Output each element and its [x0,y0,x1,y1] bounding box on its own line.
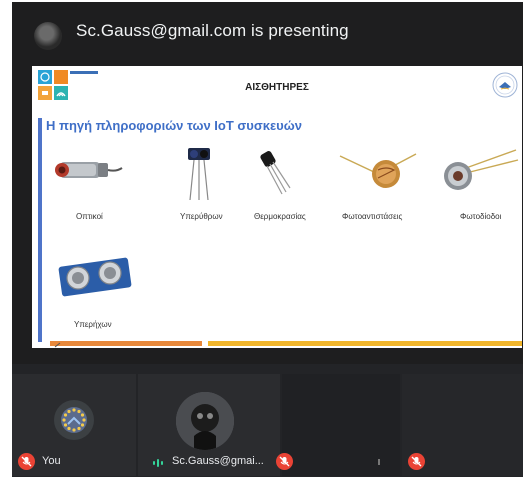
edit-icon [54,342,61,348]
presentation-stage: Sc.Gauss@gmail.com is presenting ΑΙΣΘΗΤΗ… [12,2,523,364]
sensor-label-temperature: Θερμοκρασίας [254,212,306,221]
sensor-label-photodiode: Φωτοδίοδοι [460,212,502,221]
participant-name-gauss: Sc.Gauss@gmai... [172,455,264,467]
portrait-icon [176,392,234,450]
sensor-label-optical: Οπτικοί [76,212,103,221]
presented-slide: ΑΙΣΘΗΤΗΡΕΣ Η πηγή πληροφοριών των IoT συ… [32,66,522,348]
sensor-label-infrared: Υπερύθρων [180,212,223,221]
emblem-icon [492,72,518,98]
mic-off-icon [18,453,35,470]
presenting-banner: Sc.Gauss@gmail.com is presenting [76,21,349,40]
gauss-avatar [176,392,234,450]
mic-off-icon [276,453,293,470]
participant-name-you: You [42,455,61,467]
participant-tile-you[interactable]: You [12,374,136,476]
you-avatar [54,400,94,440]
photoresistor-icon [338,146,418,196]
temperature-sensor-icon [258,148,298,198]
photodiode-icon [436,146,520,196]
sensor-label-ultrasonic: Υπερήχων [74,320,112,329]
optical-sensor-icon [54,152,124,188]
presenter-avatar [34,22,62,50]
logo-strip [70,71,98,74]
sensor-label-photoresistor: Φωτοαντιστάσεις [342,212,403,221]
participant-tile-4[interactable] [402,374,523,476]
slide-footer-bar-orange [50,341,202,346]
slide-accent-line [38,118,42,342]
slide-title: ΑΙΣΘΗΤΗΡΕΣ [245,82,309,93]
participant-tile-3[interactable] [276,374,400,476]
speaking-indicator-icon [152,456,164,474]
meeting-window: Sc.Gauss@gmail.com is presenting ΑΙΣΘΗΤΗ… [0,0,523,477]
participants-strip: You Sc.Gauss@gmai... [12,364,523,477]
eu-flag-icon [61,407,87,433]
mic-off-icon [408,453,425,470]
slide-subtitle: Η πηγή πληροφοριών των IoT συσκευών [46,118,302,133]
participant-tile-gauss[interactable]: Sc.Gauss@gmai... [138,374,280,476]
infrared-sensor-icon [184,144,214,204]
slide-footer-bar-yellow [208,341,522,346]
ultrasonic-sensor-icon [58,254,132,298]
tile-divider [378,459,380,465]
